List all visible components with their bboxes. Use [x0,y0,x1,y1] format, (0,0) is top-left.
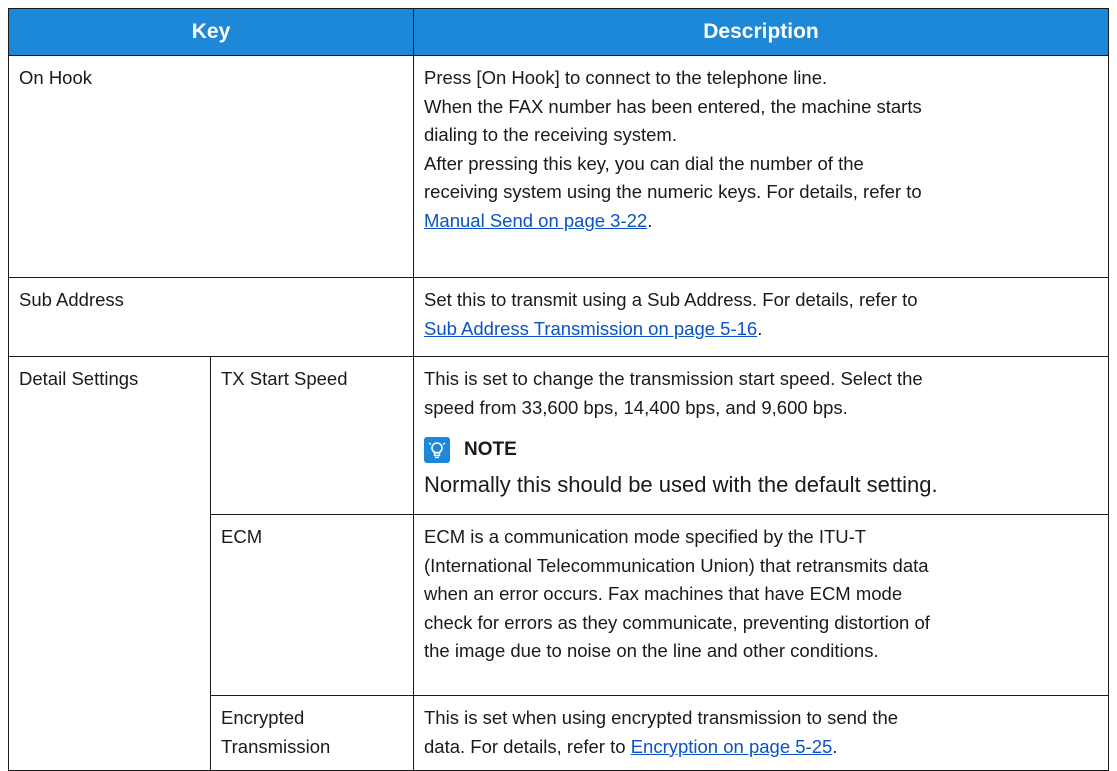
punctuation: . [832,735,838,757]
link-sub-address-transmission[interactable]: Sub Address Transmission on page 5-16 [424,318,757,339]
text-line: check for errors as they communicate, pr… [424,611,930,633]
subkey-cell-tx-start-speed: TX Start Speed [210,356,414,515]
key-description-table: Key Description On Hook Press [On Hook] … [8,8,1109,771]
text-line: the image due to noise on the line and o… [424,640,879,662]
key-cell-on-hook: On Hook [8,55,414,278]
text-line: When the FAX number has been entered, th… [424,95,922,117]
text-line: ECM is a communication mode specified by… [424,526,867,547]
lightbulb-note-icon [424,437,450,464]
description-cell-ecm: ECM is a communication mode specified by… [413,514,1109,696]
link-encryption[interactable]: Encryption on page 5-25 [631,736,833,757]
text-line: This is set when using encrypted transmi… [424,707,899,728]
description-cell-sub-address: Set this to transmit using a Sub Address… [413,277,1109,357]
header-key: Key [8,8,414,56]
text-line: Sub Address Transmission on page 5-16. [424,315,1098,344]
text-line: After pressing this key, you can dial th… [424,152,864,174]
key-cell-detail-settings: Detail Settings [8,355,211,771]
table-row-tx-start-speed: Detail Settings TX Start Speed This is s… [8,355,1109,771]
text-line: Set this to transmit using a Sub Address… [424,289,918,310]
text-line: receiving system using the numeric keys.… [424,181,922,203]
text-line: dialing to the receiving system. [424,124,677,146]
punctuation: . [647,209,653,231]
text-line: speed from 33,600 bps, 14,400 bps, and 9… [424,396,848,418]
table-row-sub-address: Sub Address Set this to transmit using a… [8,277,1109,357]
punctuation: . [757,317,763,339]
text-line: (International Telecommunication Union) … [424,554,929,576]
note-title: NOTE [464,439,517,461]
subkey-label: TX Start Speed [221,368,348,389]
key-cell-sub-address: Sub Address [8,277,414,357]
text-line: Manual Send on page 3-22. [424,207,1098,236]
subkey-cell-ecm: ECM [210,514,414,696]
description-cell-encrypted-transmission: This is set when using encrypted transmi… [413,694,1109,771]
key-label: Sub Address [19,289,124,310]
table-row-on-hook: On Hook Press [On Hook] to connect to th… [8,55,1109,278]
text-line: Press [On Hook] to connect to the teleph… [424,67,828,88]
header-description: Description [413,8,1109,56]
text-line: This is set to change the transmission s… [424,368,923,389]
link-manual-send[interactable]: Manual Send on page 3-22 [424,210,647,231]
text-line: when an error occurs. Fax machines that … [424,583,903,605]
text-fragment: data. For details, refer to [424,735,631,757]
subkey-cell-encrypted-transmission: Encrypted Transmission [210,694,414,771]
key-label: Detail Settings [19,368,139,389]
key-label: On Hook [19,67,93,88]
description-cell-on-hook: Press [On Hook] to connect to the teleph… [413,55,1109,278]
note-heading: NOTE [424,436,1098,465]
note-text: Normally this should be used with the de… [424,471,938,497]
text-line: data. For details, refer to Encryption o… [424,733,1098,762]
description-cell-tx-start-speed: This is set to change the transmission s… [413,356,1109,515]
subkey-label: ECM [221,526,263,547]
subkey-label-line: Encrypted [221,707,305,728]
subkey-label-line: Transmission [221,735,331,757]
table-header-row: Key Description [8,8,1109,56]
